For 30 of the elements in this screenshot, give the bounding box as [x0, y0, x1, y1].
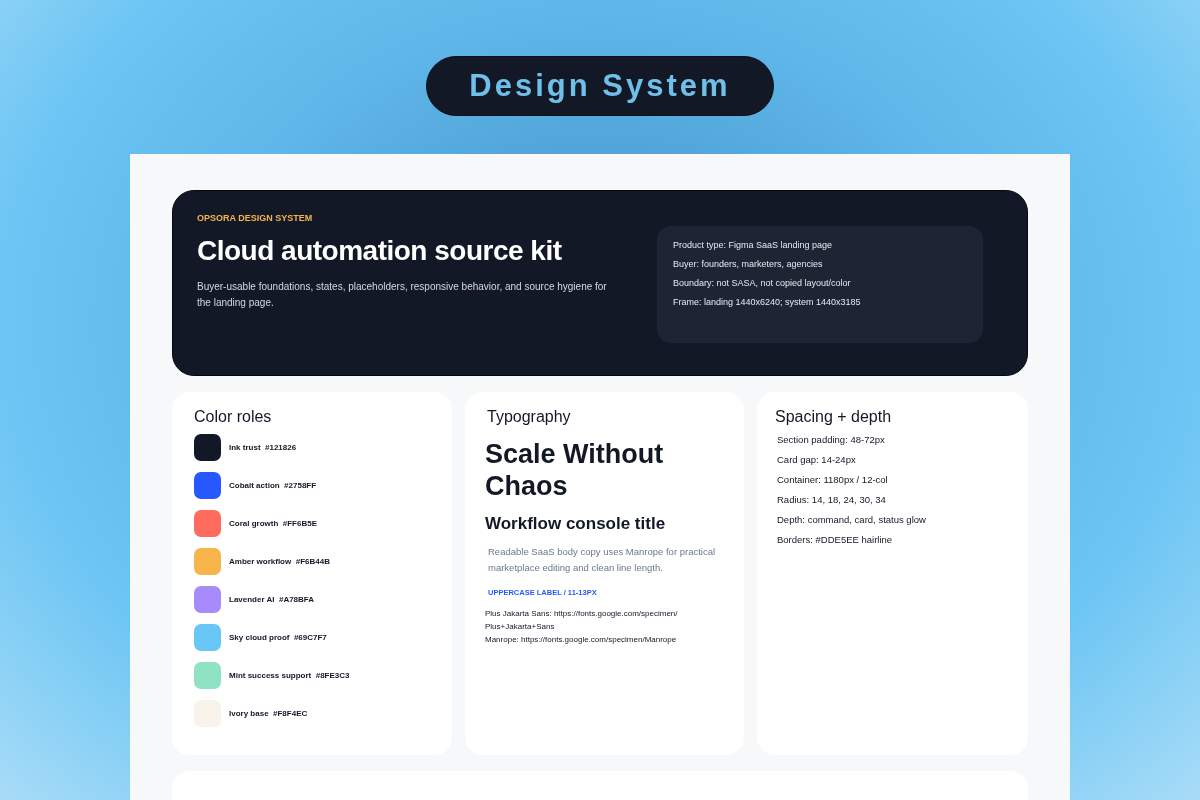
- spacing-item: Section padding: 48-72px: [776, 434, 886, 445]
- fact-text: Boundary: not SASA, not copied layout/color: [673, 277, 851, 290]
- spacing-item: Depth: command, card, status glow: [776, 514, 926, 525]
- fact-text: Product type: Figma SaaS landing page: [673, 239, 833, 252]
- color-label: Ivory base #F8F4EC: [229, 709, 308, 718]
- display-text: Scale Without Chaos: [485, 438, 665, 502]
- color-label: Mint success support #8FE3C3: [229, 671, 350, 680]
- color-label: Lavender AI #A78BFA: [229, 595, 315, 604]
- hero-description: Buyer-usable foundations, states, placeholders, responsive behavior, and source hygiene for the landing page.: [197, 280, 608, 310]
- card-title: Spacing + depth: [775, 408, 892, 426]
- spacing-item: Card gap: 14-24px: [776, 454, 857, 465]
- fact-text: Frame: landing 1440x6240; system 1440x3185: [673, 296, 861, 309]
- eyebrow-label: OPSORA DESIGN SYSTEM: [197, 213, 313, 223]
- fact-text: Buyer: founders, marketers, agencies: [673, 258, 823, 271]
- font-source-text: Manrope: https://fonts.google.com/specimen/Manrope: [485, 634, 677, 646]
- heading-sample: Workflow console title: [485, 514, 666, 534]
- card-title: Color roles: [194, 408, 272, 426]
- body-sample: Readable SaaS body copy uses Manrope for practical marketplace editing and clean line length.: [487, 545, 717, 575]
- color-label: Cobalt action #2758FF: [229, 481, 317, 490]
- spacing-item: Borders: #DDE5EE hairline: [776, 534, 894, 545]
- color-label: Ink trust #121826: [229, 443, 297, 452]
- card-title: Typography: [486, 408, 571, 426]
- color-label: Sky cloud proof #69C7F7: [229, 633, 327, 642]
- font-source-text: Plus Jakarta Sans: https://fonts.google.com/specimen/ Plus+Jakarta+Sans: [485, 608, 679, 633]
- spacing-item: Radius: 14, 18, 24, 30, 34: [776, 494, 887, 505]
- spacing-item: Container: 1180px / 12-col: [776, 474, 889, 485]
- color-label: Coral growth #FF6B5E: [229, 519, 317, 528]
- hero-title: Cloud automation source kit: [197, 235, 562, 267]
- page-title-badge: Design System: [426, 56, 774, 116]
- color-label: Amber workflow #F6B44B: [229, 557, 330, 566]
